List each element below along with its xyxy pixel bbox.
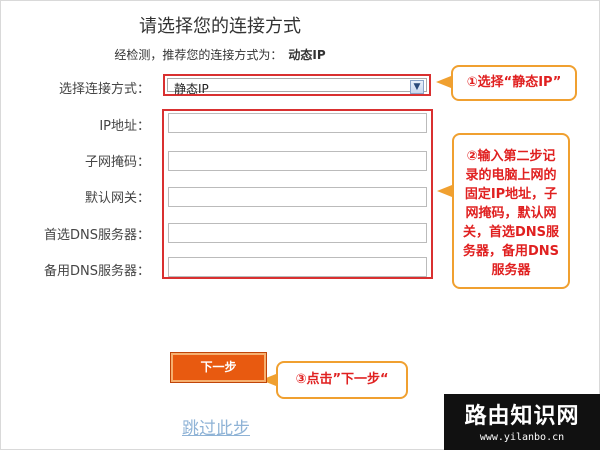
callout-step-2-line: ②输入第二步记 [466,149,556,164]
detect-value: 动态IP [288,48,326,62]
callout-pointer-2 [437,185,452,197]
ip-address-input[interactable] [168,113,427,133]
next-step-button[interactable]: 下一步 [170,352,267,383]
callout-step-2-line: 关，首选DNS服 [462,225,560,240]
connection-type-select[interactable]: 静态IP ▼ [163,74,431,96]
subnet-mask-label: 子网掩码： [84,155,150,170]
secondary-dns-label: 备用DNS服务器： [44,264,150,279]
primary-dns-label: 首选DNS服务器： [44,228,150,243]
detect-text: 经检测，推荐您的连接方式为： [114,48,283,62]
watermark-name: 路由知识网 [464,403,580,429]
callout-step-2-line: 务器，备用DNS [462,244,560,259]
callout-step-2-line: 服务器 [491,263,531,278]
default-gateway-input[interactable] [168,187,427,207]
watermark-url: www.yilanbo.cn [479,432,565,443]
default-gateway-label: 默认网关： [84,191,150,206]
primary-dns-input[interactable] [168,223,427,243]
connection-type-label: 选择连接方式： [58,82,150,97]
watermark: 路由知识网 www.yilanbo.cn [444,394,600,450]
callout-step-2-line: 录的电脑上网的 [465,168,557,183]
page-title: 请选择您的连接方式 [139,16,301,37]
connection-type-value: 静态IP [174,82,209,96]
callout-step-1: ①选择“静态IP” [451,65,577,101]
static-ip-fields-highlight [162,109,433,279]
callout-step-3: ③点击”下一步“ [276,361,408,399]
subnet-mask-input[interactable] [168,151,427,171]
detect-line: 经检测，推荐您的连接方式为： 动态IP [0,46,440,63]
callout-step-2: ②输入第二步记 录的电脑上网的 固定IP地址，子 网掩码，默认网 关，首选DNS… [452,133,570,289]
ip-address-label: IP地址： [99,119,150,134]
connection-type-select-box[interactable]: 静态IP ▼ [167,78,427,96]
skip-step-link[interactable]: 跳过此步 [182,414,250,439]
callout-step-2-line: 网掩码，默认网 [465,206,557,221]
chevron-down-icon[interactable]: ▼ [410,80,424,94]
callout-pointer-1 [436,76,451,88]
callout-step-2-line: 固定IP地址，子 [464,187,558,202]
secondary-dns-input[interactable] [168,257,427,277]
